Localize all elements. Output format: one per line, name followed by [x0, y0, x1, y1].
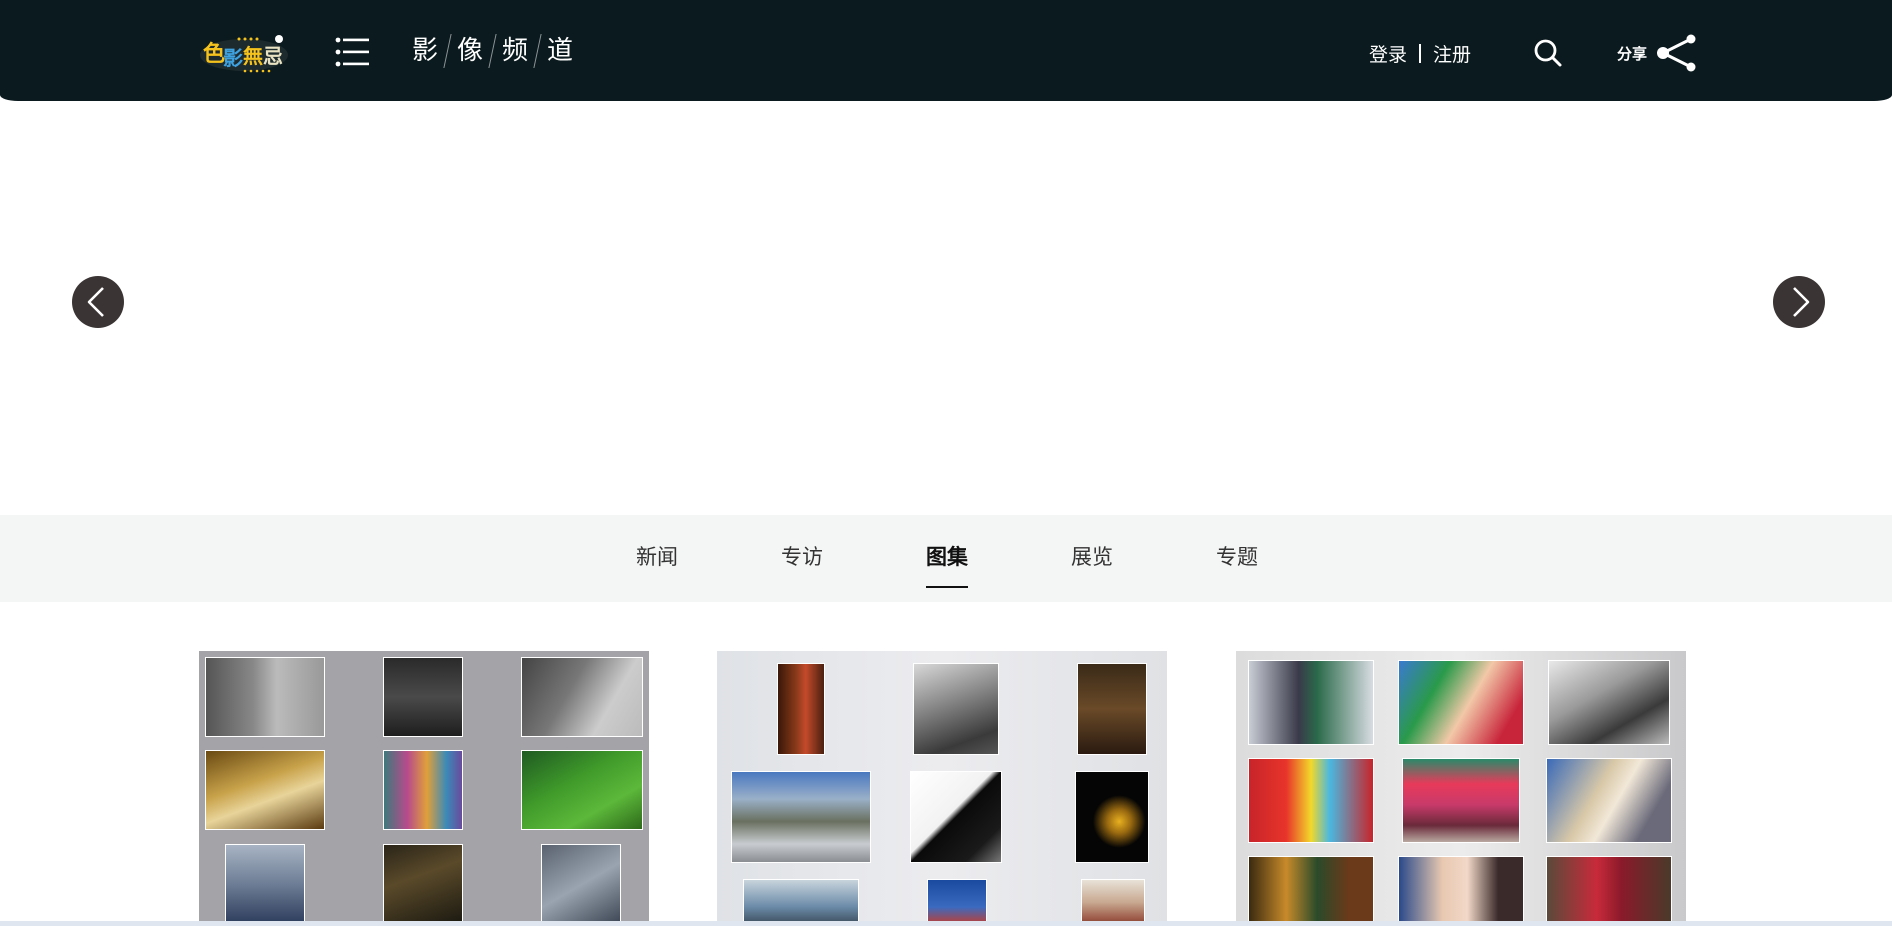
- chevron-right-icon: [1793, 287, 1810, 317]
- tab-news[interactable]: 新闻: [636, 543, 678, 575]
- banner-next-button[interactable]: [1773, 276, 1825, 328]
- svg-text:忌: 忌: [263, 44, 283, 68]
- album-thumbnail: [913, 663, 999, 755]
- album-thumbnail: [541, 844, 621, 926]
- album-thumbnail: [521, 750, 643, 830]
- album-thumbnail: [205, 750, 325, 830]
- album-thumbnail: [521, 657, 643, 737]
- svg-text:色: 色: [203, 41, 225, 67]
- album-thumbnail: [777, 663, 825, 755]
- auth-links: 登录 注册: [1369, 40, 1471, 66]
- album-thumbnail: [927, 879, 987, 926]
- album-thumbnail: [743, 879, 859, 926]
- album-thumbnail: [1546, 856, 1672, 926]
- album-thumbnail: [1248, 660, 1374, 745]
- album-thumbnail: [1398, 660, 1524, 745]
- channel-char: 影: [412, 36, 439, 66]
- album-thumbnail: [731, 771, 871, 863]
- channel-title: 影 像 频 道: [412, 33, 582, 69]
- album-thumbnail: [1548, 660, 1670, 745]
- album-card[interactable]: [1236, 651, 1686, 926]
- album-card[interactable]: [717, 651, 1167, 926]
- banner-prev-button[interactable]: [72, 276, 124, 328]
- share-label: 分享: [1617, 44, 1648, 63]
- album-thumbnail: [910, 771, 1002, 863]
- search-icon[interactable]: [1533, 38, 1563, 68]
- category-tab-bar: 新闻 专访 图集 展览 专题: [0, 515, 1892, 602]
- share-button[interactable]: 分享: [1617, 33, 1699, 73]
- chevron-left-icon: [87, 287, 104, 317]
- channel-char: 道: [547, 36, 574, 66]
- album-thumbnail: [1075, 771, 1149, 863]
- tab-galleries[interactable]: 图集: [926, 543, 968, 588]
- album-thumbnail: [383, 844, 463, 926]
- register-link[interactable]: 注册: [1433, 40, 1471, 67]
- album-thumbnail: [1248, 758, 1374, 843]
- tab-topics[interactable]: 专题: [1216, 543, 1258, 575]
- svg-text:無: 無: [243, 44, 263, 68]
- album-thumbnail: [225, 844, 305, 926]
- site-header: 色 影 無 忌 影 像 频 道 登录 注册 分享: [0, 0, 1892, 101]
- channel-char: 频: [502, 36, 529, 66]
- album-thumbnail: [383, 657, 463, 737]
- album-thumbnail: [1077, 663, 1147, 755]
- share-icon: [1657, 34, 1696, 72]
- login-link[interactable]: 登录: [1369, 40, 1407, 67]
- channel-char: 像: [457, 36, 484, 66]
- album-thumbnail: [1402, 758, 1520, 843]
- album-thumbnail: [1546, 758, 1672, 843]
- site-logo[interactable]: 色 影 無 忌: [199, 33, 289, 73]
- svg-text:影: 影: [223, 46, 243, 70]
- auth-divider: [1419, 43, 1422, 63]
- album-thumbnail: [383, 750, 463, 830]
- album-thumbnail: [205, 657, 325, 737]
- tab-exhibitions[interactable]: 展览: [1071, 543, 1113, 575]
- tab-interviews[interactable]: 专访: [781, 543, 823, 575]
- menu-icon[interactable]: [335, 37, 369, 67]
- album-card[interactable]: [199, 651, 649, 926]
- page-bottom-edge: [0, 921, 1892, 926]
- album-thumbnail: [1081, 879, 1145, 926]
- hero-banner: [0, 101, 1892, 515]
- album-thumbnail: [1398, 856, 1524, 926]
- album-thumbnail: [1248, 856, 1374, 926]
